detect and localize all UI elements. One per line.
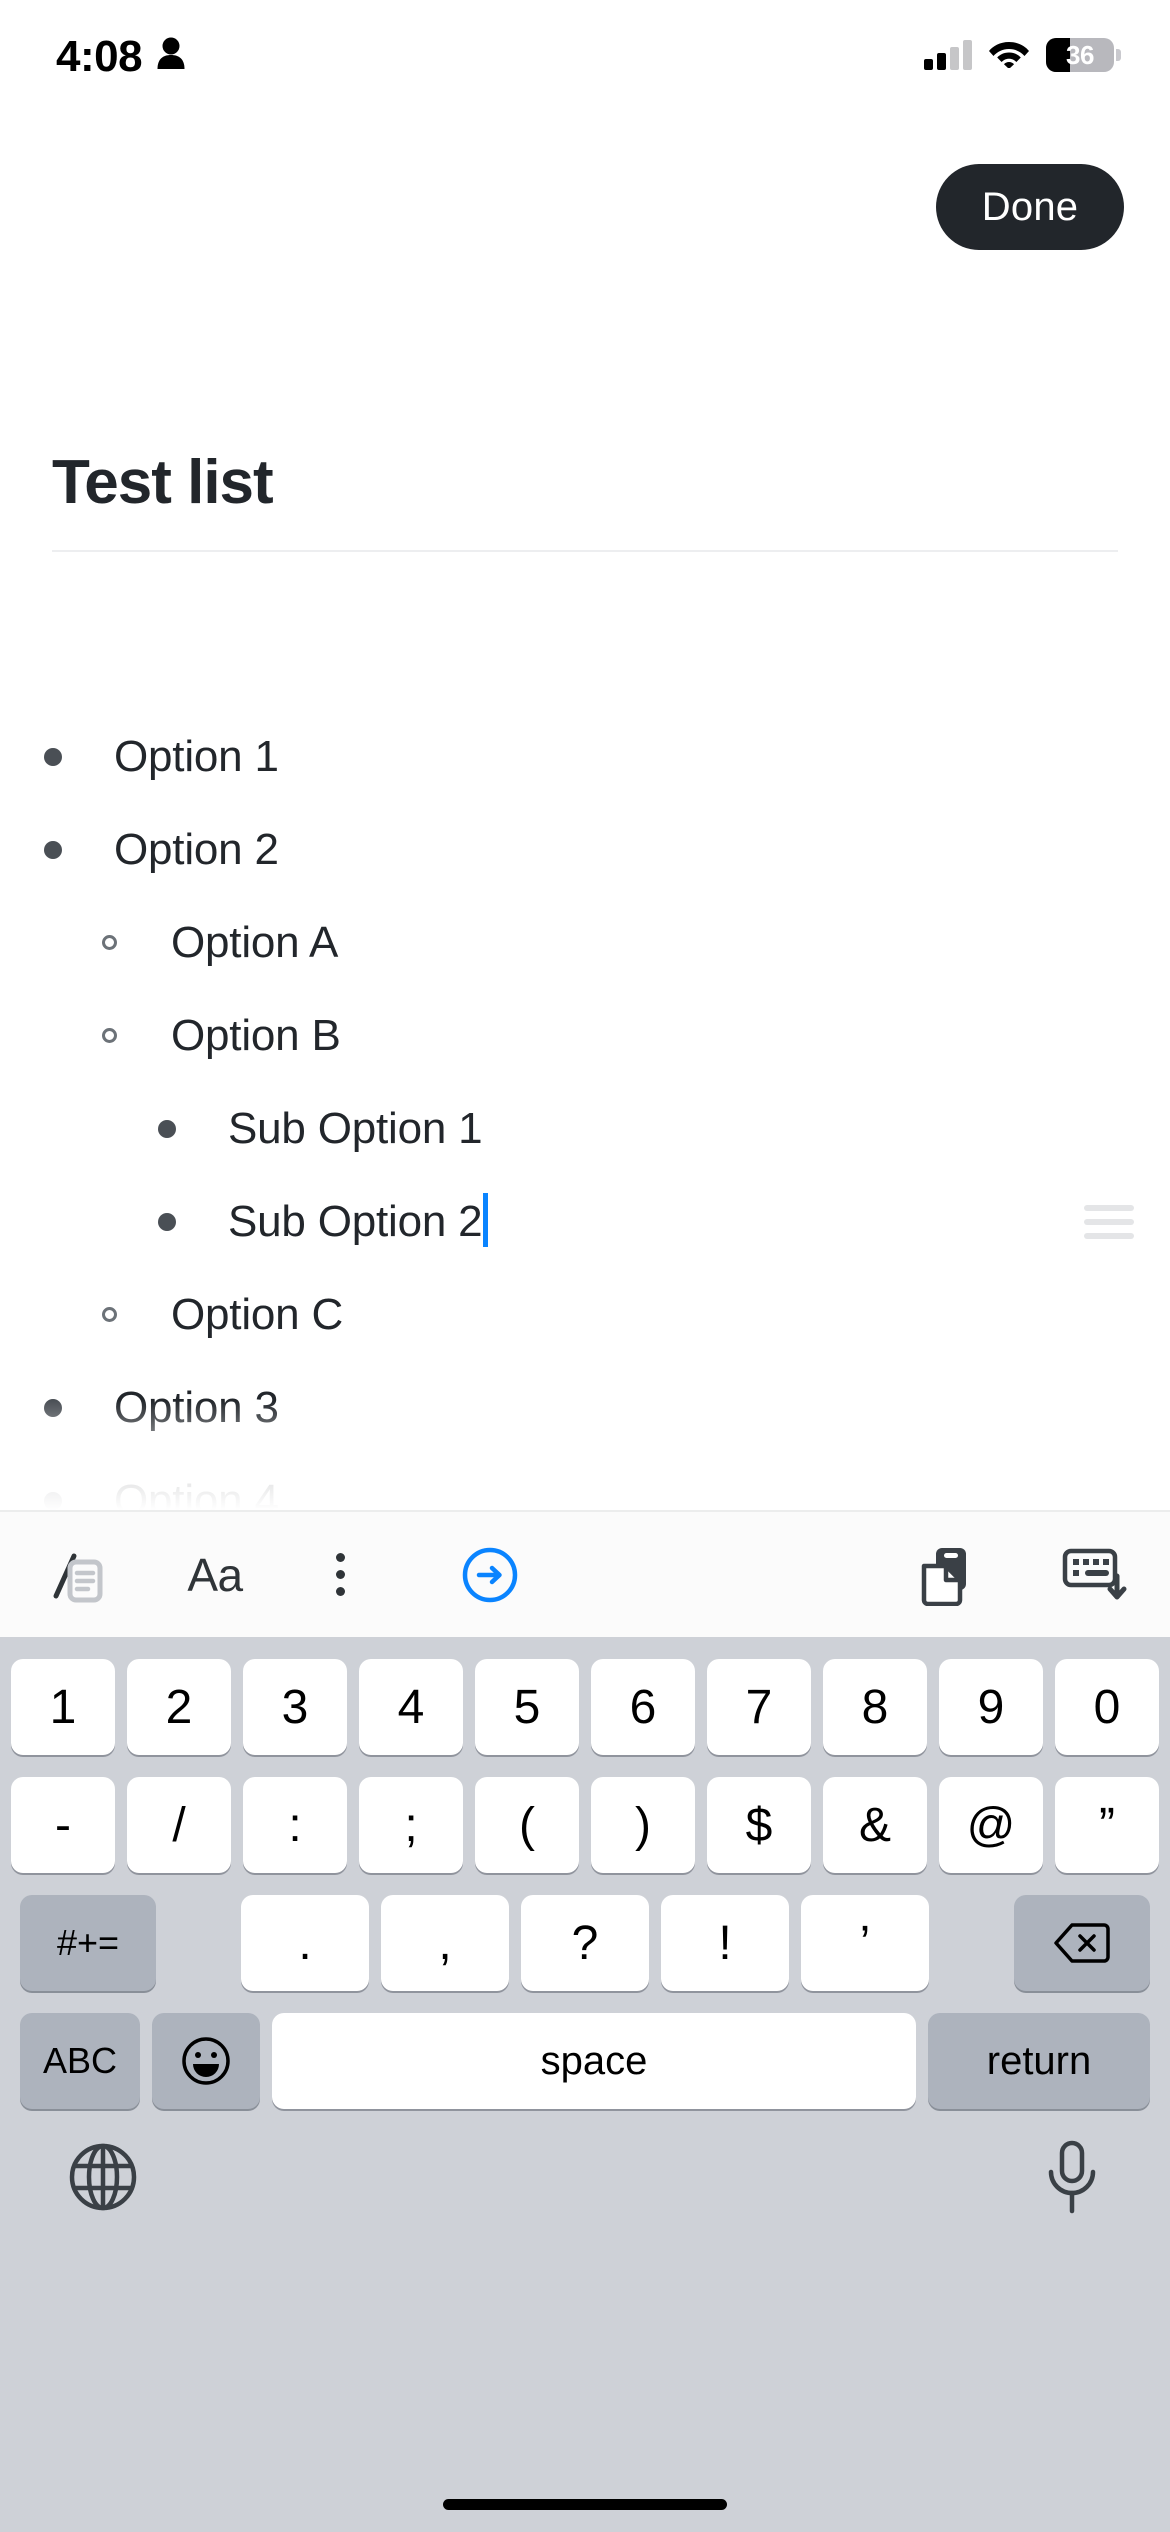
list-item[interactable]: Option C [0, 1268, 1170, 1361]
done-button[interactable]: Done [936, 164, 1124, 250]
markup-note-icon[interactable] [0, 1544, 150, 1606]
list-bullet-filled [158, 1119, 176, 1138]
abc-key[interactable]: ABC [20, 2013, 140, 2109]
microphone-icon[interactable] [1042, 2139, 1102, 2220]
paste-icon[interactable] [870, 1544, 1020, 1606]
emoji-icon[interactable] [152, 2013, 260, 2109]
key-symbol-1[interactable]: / [127, 1777, 231, 1873]
status-bar-right: 36 [924, 38, 1121, 73]
key-symbol-2[interactable]: : [243, 1777, 347, 1873]
keyboard-row-punctuation: #+= .,?!’ [0, 1873, 1170, 1991]
key-1[interactable]: 1 [11, 1659, 115, 1755]
list-item[interactable]: Option 4 [0, 1454, 1170, 1510]
list-item[interactable]: Option 1 [0, 710, 1170, 803]
space-key[interactable]: space [272, 2013, 916, 2109]
virtual-keyboard: 1234567890 -/:;()$&@” #+= .,?!’ ABC [0, 1637, 1170, 2532]
key-symbol-0[interactable]: - [11, 1777, 115, 1873]
keyboard-row-bottom: ABC space return [0, 1991, 1170, 2109]
battery-icon: 36 [1046, 38, 1121, 72]
list-bullet-filled [44, 1398, 62, 1417]
key-4[interactable]: 4 [359, 1659, 463, 1755]
key-0[interactable]: 0 [1055, 1659, 1159, 1755]
key-symbol-8[interactable]: @ [939, 1777, 1043, 1873]
key-punct-2[interactable]: ? [521, 1895, 649, 1991]
list-item-label: Option 4 [114, 1475, 279, 1511]
key-symbol-5[interactable]: ) [591, 1777, 695, 1873]
key-5[interactable]: 5 [475, 1659, 579, 1755]
hide-keyboard-icon[interactable] [1020, 1546, 1170, 1604]
list-bullet-filled [44, 1491, 62, 1510]
key-3[interactable]: 3 [243, 1659, 347, 1755]
globe-icon[interactable] [68, 2142, 138, 2217]
bulleted-list: Option 1 Option 2 Option A Option B Sub Opti… [0, 710, 1170, 1510]
key-6[interactable]: 6 [591, 1659, 695, 1755]
wifi-icon [988, 38, 1030, 73]
list-item[interactable]: Sub Option 1 [0, 1082, 1170, 1175]
keyboard-toolbar: Aa [0, 1510, 1170, 1637]
list-bullet-filled [44, 747, 62, 766]
title-divider [52, 550, 1118, 552]
more-options-icon[interactable] [280, 1553, 400, 1596]
keyboard-row-symbols: - /:;() $ & @” [0, 1755, 1170, 1873]
keyboard-bottom-bar [0, 2109, 1170, 2220]
list-item-label: Option 1 [114, 731, 279, 781]
editor-topbar: Done [0, 150, 1170, 280]
list-item[interactable]: Option 2 [0, 803, 1170, 896]
symbols-modifier-key[interactable]: #+= [20, 1895, 156, 1991]
battery-percent: 36 [1066, 40, 1094, 70]
key-punct-4[interactable]: ’ [801, 1895, 929, 1991]
list-item-label: Option C [171, 1289, 344, 1339]
keyboard-row-numbers: 1234567890 [0, 1637, 1170, 1755]
list-bullet-filled [158, 1212, 176, 1231]
key-9[interactable]: 9 [939, 1659, 1043, 1755]
list-item-label: Option A [171, 917, 339, 967]
list-item-label: Option 3 [114, 1382, 279, 1432]
key-symbol-7[interactable]: & [823, 1777, 927, 1873]
person-icon [156, 36, 186, 75]
key-7[interactable]: 7 [707, 1659, 811, 1755]
list-item[interactable]: Sub Option 2 [0, 1175, 1170, 1268]
list-bullet-hollow [102, 935, 117, 950]
return-key[interactable]: return [928, 2013, 1150, 2109]
key-symbol-4[interactable]: ( [475, 1777, 579, 1873]
battery-cap [1116, 49, 1121, 61]
key-2[interactable]: 2 [127, 1659, 231, 1755]
indent-arrow-icon[interactable] [400, 1546, 580, 1604]
status-time: 4:08 [56, 32, 143, 81]
list-item[interactable]: Option 3 [0, 1361, 1170, 1454]
list-item[interactable]: Option A [0, 896, 1170, 989]
key-symbol-9[interactable]: ” [1055, 1777, 1159, 1873]
key-punct-3[interactable]: ! [661, 1895, 789, 1991]
key-punct-1[interactable]: , [381, 1895, 509, 1991]
drag-handle-icon[interactable] [1084, 1204, 1134, 1239]
home-indicator [443, 2499, 727, 2510]
list-bullet-hollow [102, 1307, 117, 1322]
list-item-label: Sub Option 2 [228, 1196, 483, 1246]
text-format-icon[interactable]: Aa [150, 1548, 280, 1602]
key-symbol-3[interactable]: ; [359, 1777, 463, 1873]
cellular-signal-icon [924, 40, 972, 70]
status-bar-left: 4:08 [56, 31, 186, 79]
key-symbol-6[interactable]: $ [707, 1777, 811, 1873]
text-cursor [483, 1192, 489, 1247]
list-item-label: Option B [171, 1010, 341, 1060]
status-bar: 4:08 36 [0, 0, 1170, 110]
list-item[interactable]: Option B [0, 989, 1170, 1082]
text-format-label: Aa [187, 1548, 243, 1601]
list-bullet-hollow [102, 1028, 117, 1043]
key-8[interactable]: 8 [823, 1659, 927, 1755]
list-item-label: Sub Option 1 [228, 1103, 483, 1153]
list-item-label: Option 2 [114, 824, 279, 874]
note-content[interactable]: Test list Option 1 Option 2 Option A Option… [0, 280, 1170, 1510]
key-punct-0[interactable]: . [241, 1895, 369, 1991]
backspace-key[interactable] [1014, 1895, 1150, 1991]
list-bullet-filled [44, 840, 62, 859]
page-title[interactable]: Test list [52, 452, 274, 514]
